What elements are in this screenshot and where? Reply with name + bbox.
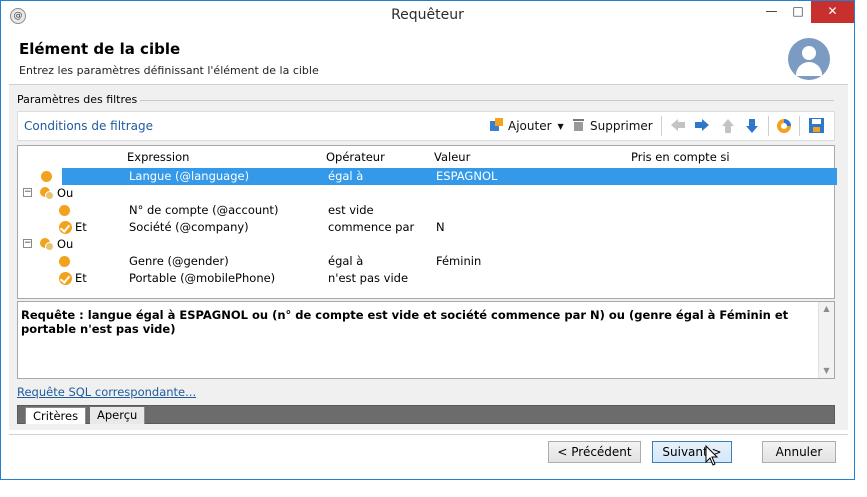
arrow-right-icon [694, 118, 710, 134]
query-preview: Requête : langue égal à ESPAGNOL ou (n° … [17, 301, 835, 379]
cancel-button[interactable]: Annuler [762, 441, 836, 463]
delete-button[interactable]: Supprimer [570, 115, 653, 137]
filter-conditions-label: Conditions de filtrage [24, 119, 154, 133]
next-button[interactable]: Suivant > [652, 441, 732, 463]
tab-criteria[interactable]: Critères [25, 407, 87, 424]
move-down-button[interactable] [744, 115, 760, 137]
delete-button-label: Supprimer [590, 119, 653, 133]
minimize-button[interactable]: — [758, 1, 785, 23]
distribution-icon [776, 118, 792, 134]
query-text: Requête : langue égal à ESPAGNOL ou (n° … [21, 308, 789, 336]
requeteur-window: @ Requêteur — □ ✕ Elément de la cible En… [0, 0, 855, 480]
save-icon [808, 118, 824, 134]
tree-row-language[interactable]: Langue (@language) égal à ESPAGNOL [18, 168, 834, 185]
fieldset-line [132, 100, 834, 101]
maximize-button[interactable]: □ [785, 1, 811, 23]
tree-row-company[interactable]: Et Société (@company) commence par N [18, 219, 834, 236]
mouse-cursor-icon [705, 445, 719, 466]
add-button[interactable]: Ajouter ▼ [488, 115, 564, 137]
page-subtitle: Entrez les paramètres définissant l'élém… [19, 64, 319, 77]
tree-row-gender[interactable]: Genre (@gender) égal à Féminin [18, 253, 834, 270]
toolbar-separator [768, 116, 769, 136]
or-operator-icon [40, 187, 54, 200]
condition-node-icon [41, 171, 52, 182]
row-value: ESPAGNOL [436, 169, 498, 183]
arrow-down-icon [744, 118, 760, 134]
row-operator: égal à [328, 254, 364, 268]
toolbar-separator [799, 116, 800, 136]
add-button-label: Ajouter [508, 119, 552, 133]
collapse-toggle-icon[interactable]: − [23, 239, 32, 248]
arrow-up-icon [720, 118, 736, 134]
row-expression: Société (@company) [129, 220, 249, 234]
condition-node-icon [59, 256, 70, 267]
previous-button[interactable]: < Précédent [548, 441, 641, 463]
window-title: Requêteur [391, 7, 464, 23]
collapse-toggle-icon[interactable]: − [23, 188, 32, 197]
row-operator: est vide [328, 203, 374, 217]
tree-row-account[interactable]: N° de compte (@account) est vide [18, 202, 834, 219]
and-operator-icon [59, 272, 72, 285]
user-avatar-icon [788, 38, 830, 80]
close-button[interactable]: ✕ [811, 1, 854, 23]
and-label: Et [75, 220, 87, 234]
filters-legend: Paramètres des filtres [17, 93, 141, 106]
move-left-button[interactable] [670, 115, 686, 137]
title-bar: @ Requêteur — □ ✕ [1, 1, 854, 31]
footer-divider [9, 434, 848, 435]
page-title: Elément de la cible [19, 40, 181, 58]
sql-query-link[interactable]: Requête SQL correspondante... [17, 385, 196, 399]
group-label: Ou [57, 186, 74, 200]
trash-icon [570, 118, 586, 134]
row-value: Féminin [436, 254, 482, 268]
group-label: Ou [57, 237, 74, 251]
scroll-up-icon[interactable]: ▲ [819, 302, 834, 316]
or-operator-icon [40, 238, 54, 251]
column-value[interactable]: Valeur [434, 150, 470, 164]
row-expression: Portable (@mobilePhone) [129, 271, 276, 285]
query-scrollbar[interactable]: ▲ ▼ [818, 302, 834, 378]
move-right-button[interactable] [694, 115, 710, 137]
row-expression: Genre (@gender) [129, 254, 229, 268]
filter-toolbar: Conditions de filtrage Ajouter ▼ Supprim… [17, 111, 835, 141]
row-operator: n'est pas vide [328, 271, 409, 285]
wizard-header: Elément de la cible Entrez les paramètre… [9, 32, 848, 84]
wizard-body: Paramètres des filtres Conditions de fil… [9, 85, 848, 430]
row-value: N [436, 220, 445, 234]
tab-bar: Critères Aperçu [17, 405, 835, 424]
add-condition-icon [488, 118, 504, 134]
and-operator-icon [59, 221, 72, 234]
tree-row-or-group-1[interactable]: − Ou [18, 185, 834, 202]
tree-row-or-group-2[interactable]: − Ou [18, 236, 834, 253]
move-up-button[interactable] [720, 115, 736, 137]
column-condition[interactable]: Pris en compte si [631, 150, 730, 164]
column-expression[interactable]: Expression [127, 150, 189, 164]
condition-node-icon [59, 205, 70, 216]
distribution-button[interactable] [776, 115, 792, 137]
row-expression: Langue (@language) [129, 169, 250, 183]
filter-tree[interactable]: Expression Opérateur Valeur Pris en comp… [17, 145, 837, 299]
row-expression: N° de compte (@account) [129, 203, 279, 217]
toolbar-separator [661, 116, 662, 136]
row-operator: commence par [328, 220, 415, 234]
dropdown-arrow-icon[interactable]: ▼ [558, 122, 564, 131]
and-label: Et [75, 271, 87, 285]
arrow-left-icon [670, 118, 686, 134]
column-operator[interactable]: Opérateur [326, 150, 385, 164]
scroll-down-icon[interactable]: ▼ [819, 364, 834, 378]
tree-row-mobile-phone[interactable]: Et Portable (@mobilePhone) n'est pas vid… [18, 270, 834, 287]
save-button[interactable] [808, 115, 824, 137]
tab-preview[interactable]: Aperçu [90, 407, 146, 424]
row-operator: égal à [328, 169, 364, 183]
